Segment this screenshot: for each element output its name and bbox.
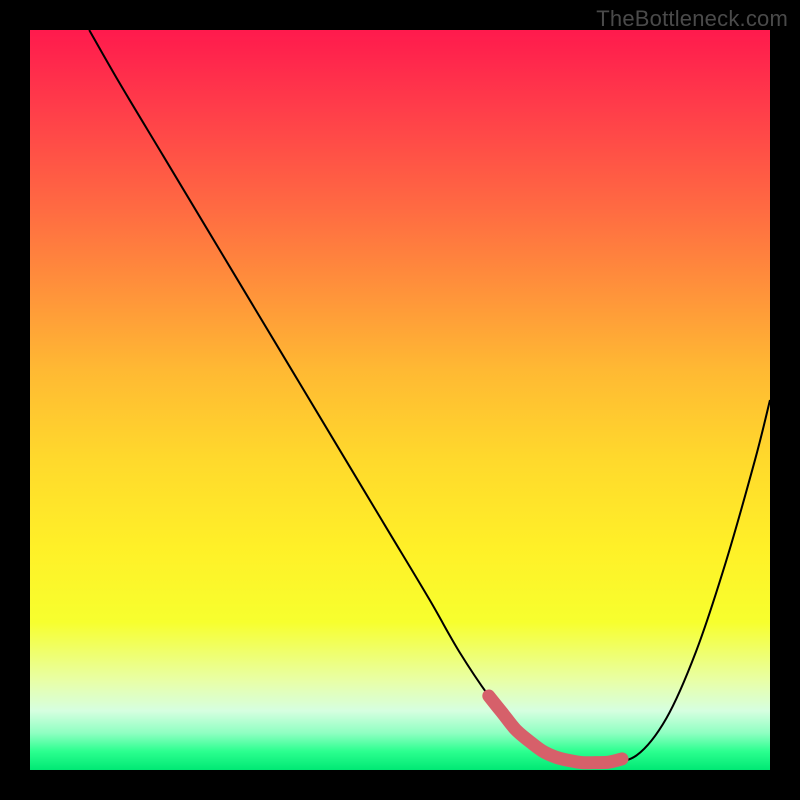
bottleneck-curve xyxy=(89,30,770,764)
plot-area xyxy=(30,30,770,770)
chart-frame: TheBottleneck.com xyxy=(0,0,800,800)
optimal-range-marker xyxy=(489,696,622,763)
bottleneck-curve-svg xyxy=(30,30,770,770)
watermark-text: TheBottleneck.com xyxy=(596,6,788,32)
